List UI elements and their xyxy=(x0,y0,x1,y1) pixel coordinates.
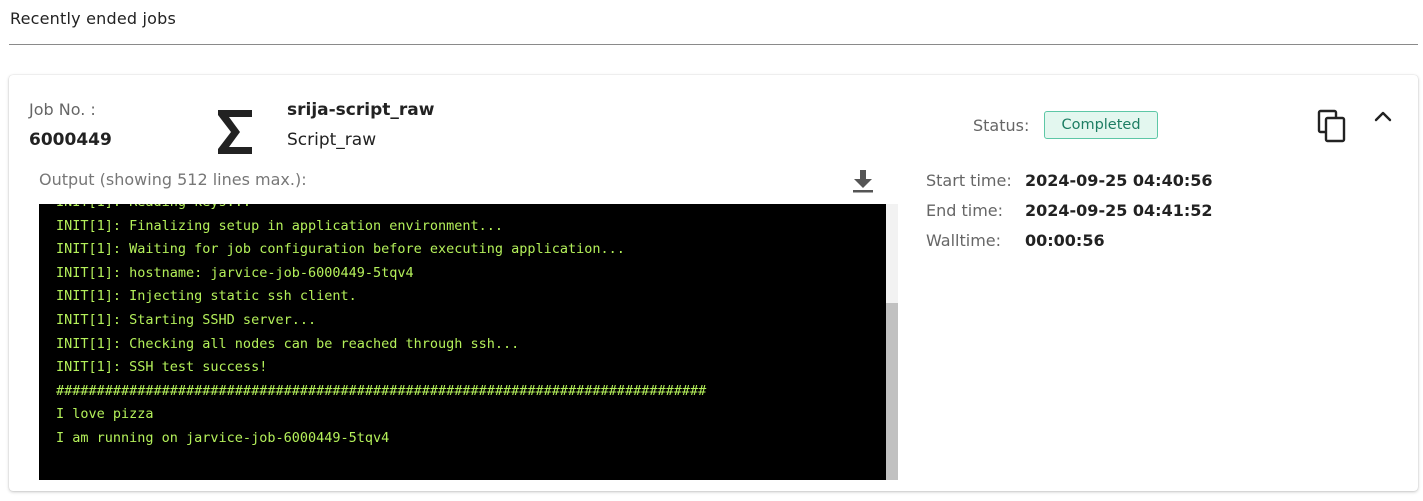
sigma-icon xyxy=(218,110,252,154)
walltime-value: 00:00:56 xyxy=(1025,231,1105,250)
download-icon[interactable] xyxy=(849,167,877,195)
start-time-value: 2024-09-25 04:40:56 xyxy=(1025,171,1213,190)
status-badge: Completed xyxy=(1044,111,1158,139)
output-line: INIT[1]: Starting SSHD server... xyxy=(56,311,317,328)
output-line: INIT[1]: Reading keys... xyxy=(56,204,706,215)
app-name: Script_raw xyxy=(287,130,377,150)
output-line: INIT[1]: SSH test success! xyxy=(56,359,268,376)
section-title: Recently ended jobs xyxy=(10,9,177,28)
output-lines: INIT[1]: Reading keys... INIT[1]: Finaliz… xyxy=(56,204,706,451)
output-console[interactable]: INIT[1]: Reading keys... INIT[1]: Finaliz… xyxy=(39,204,886,480)
end-time-label: End time: xyxy=(926,201,1004,220)
end-time-value: 2024-09-25 04:41:52 xyxy=(1025,201,1213,220)
job-name: srija-script_raw xyxy=(287,100,435,120)
output-line: I love pizza xyxy=(56,406,154,423)
output-line: INIT[1]: Injecting static ssh client. xyxy=(56,288,357,305)
output-line: ########################################… xyxy=(56,382,707,399)
output-line: INIT[1]: Finalizing setup in application… xyxy=(56,217,504,234)
output-line: INIT[1]: Waiting for job configuration b… xyxy=(56,241,625,258)
copy-icon[interactable] xyxy=(1317,109,1347,143)
output-line: INIT[1]: hostname: jarvice-job-6000449-5… xyxy=(56,264,414,281)
console-scrollbar-thumb[interactable] xyxy=(886,303,898,480)
job-card: Job No. : 6000449 srija-script_raw Scrip… xyxy=(9,75,1418,491)
output-line: I am running on jarvice-job-6000449-5tqv… xyxy=(56,429,390,446)
section-divider xyxy=(9,44,1418,45)
walltime-label: Walltime: xyxy=(926,231,1002,250)
status-label: Status: xyxy=(973,116,1030,135)
job-number: 6000449 xyxy=(29,130,112,150)
output-label: Output (showing 512 lines max.): xyxy=(39,170,307,189)
start-time-label: Start time: xyxy=(926,171,1012,190)
output-line: INIT[1]: Checking all nodes can be reach… xyxy=(56,335,520,352)
chevron-up-icon[interactable] xyxy=(1371,105,1395,127)
job-number-label: Job No. : xyxy=(29,100,96,119)
